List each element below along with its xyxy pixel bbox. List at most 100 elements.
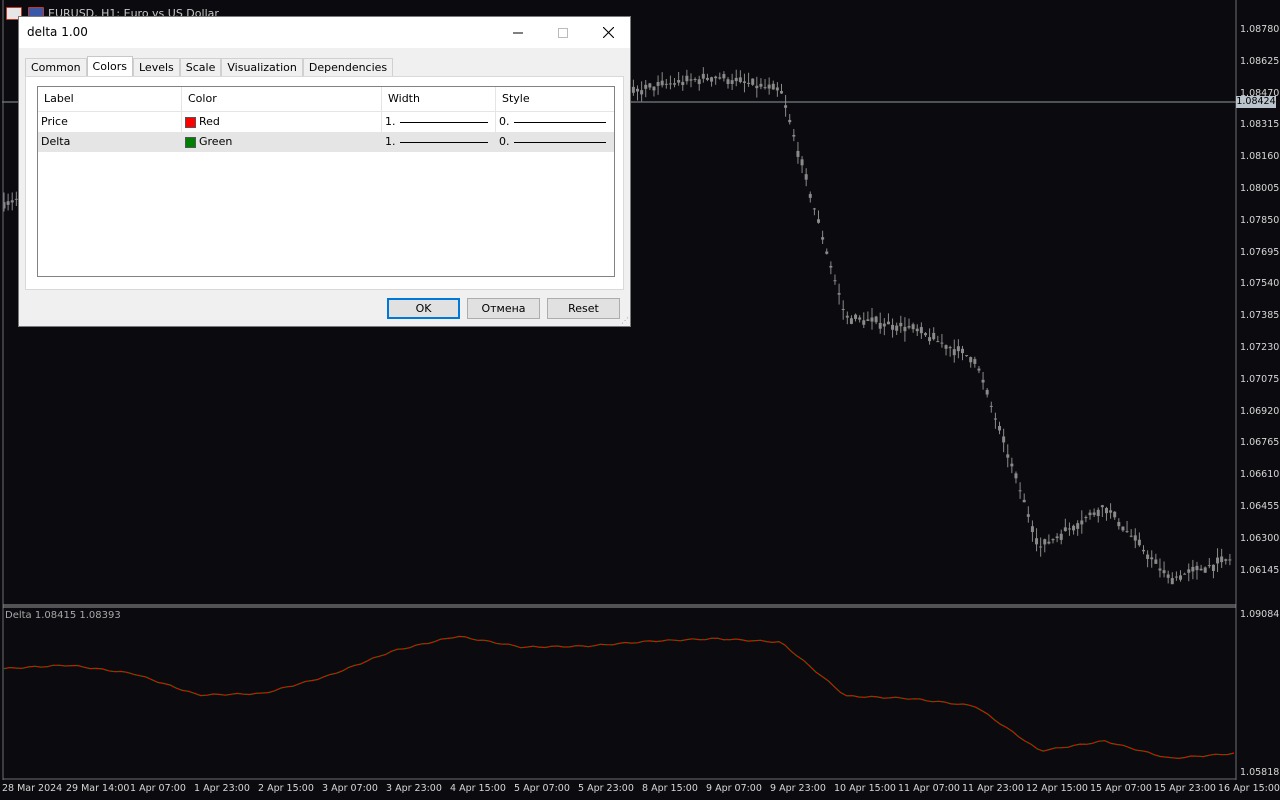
candle-body xyxy=(767,84,771,89)
candle-body xyxy=(693,79,697,81)
candle-body xyxy=(849,318,853,324)
candle-body xyxy=(1055,536,1059,539)
candle-body xyxy=(1088,512,1092,516)
price-axis-label: 1.07385 xyxy=(1240,310,1280,322)
column-header-label[interactable]: Label xyxy=(38,87,182,111)
candle-body xyxy=(878,322,882,329)
candle-body xyxy=(697,79,701,85)
candle-body xyxy=(1072,525,1076,531)
price-axis-label: 1.06765 xyxy=(1240,437,1280,449)
candle-body xyxy=(808,194,812,198)
tab-visualization[interactable]: Visualization xyxy=(221,58,303,76)
candle-body xyxy=(870,317,874,322)
candle-body xyxy=(788,119,792,123)
candle-body xyxy=(1067,528,1071,530)
candle-body xyxy=(1199,568,1203,571)
tab-common[interactable]: Common xyxy=(25,58,87,76)
candle-body xyxy=(952,349,956,356)
candle-body xyxy=(1059,533,1063,540)
candle-body xyxy=(1224,559,1228,561)
candle-body xyxy=(677,80,681,83)
candle-body xyxy=(1063,527,1067,532)
column-header-width[interactable]: Width xyxy=(382,87,496,111)
maximize-button[interactable] xyxy=(540,17,586,48)
colors-list[interactable]: Label Color Width Style Price Red 1. 0. xyxy=(37,86,615,277)
candle-body xyxy=(854,314,858,319)
candle-body xyxy=(1084,517,1088,519)
candle-body xyxy=(1129,535,1133,537)
candle-body xyxy=(1150,557,1154,560)
price-axis-label: 1.07230 xyxy=(1240,342,1280,353)
list-item-delta[interactable]: Delta Green 1. 0. xyxy=(38,132,614,152)
candle-body xyxy=(1010,463,1014,467)
current-price-badge: 1.08424 xyxy=(1236,96,1276,108)
candle-body xyxy=(993,418,997,420)
time-axis-label: 3 Apr 23:00 xyxy=(386,783,442,794)
indicator-axis-label: 1.05818 xyxy=(1240,767,1280,778)
candle-body xyxy=(886,321,890,325)
candle-body xyxy=(779,91,783,94)
close-button[interactable] xyxy=(585,17,631,48)
time-axis-label: 3 Apr 07:00 xyxy=(322,783,378,794)
candle-body xyxy=(1133,535,1137,541)
price-axis-label: 1.07540 xyxy=(1240,278,1280,290)
price-axis-label: 1.06300 xyxy=(1240,532,1280,544)
style-select[interactable]: 0. xyxy=(496,112,614,132)
color-select[interactable]: Green xyxy=(182,132,382,152)
tab-scale[interactable]: Scale xyxy=(179,58,222,76)
candle-body xyxy=(763,87,767,89)
candle-body xyxy=(1002,436,1006,443)
width-select[interactable]: 1. xyxy=(382,112,496,132)
price-axis-label: 1.08005 xyxy=(1240,183,1280,194)
column-header-color[interactable]: Color xyxy=(182,87,382,111)
width-select[interactable]: 1. xyxy=(382,132,496,152)
style-select[interactable]: 0. xyxy=(496,132,614,152)
dialog-title: delta 1.00 xyxy=(27,25,88,39)
time-axis-label: 28 Mar 2024 xyxy=(2,783,63,794)
candle-body xyxy=(714,76,718,79)
candle-body xyxy=(1174,576,1178,578)
ok-button[interactable]: OK xyxy=(387,298,460,319)
colors-tab-panel: Label Color Width Style Price Red 1. 0. xyxy=(25,76,624,290)
candle-body xyxy=(1039,546,1043,548)
candle-body xyxy=(907,326,911,328)
minimize-button[interactable] xyxy=(495,17,541,48)
indicator-title: Delta 1.08415 1.08393 xyxy=(5,610,121,621)
color-name: Green xyxy=(199,135,233,148)
width-value: 1. xyxy=(385,115,396,128)
dialog-titlebar[interactable]: delta 1.00 xyxy=(19,17,630,48)
candle-body xyxy=(718,77,722,79)
resize-grip-icon[interactable]: ⋰ xyxy=(621,316,629,325)
candle-body xyxy=(936,341,940,343)
list-item-price[interactable]: Price Red 1. 0. xyxy=(38,112,614,132)
candle-body xyxy=(1022,499,1026,503)
reset-button[interactable]: Reset xyxy=(547,298,620,319)
candle-body xyxy=(648,83,652,88)
candle-body xyxy=(1207,565,1211,567)
tab-colors[interactable]: Colors xyxy=(86,56,133,76)
candle-body xyxy=(1187,569,1191,573)
time-axis-label: 12 Apr 15:00 xyxy=(1026,783,1088,794)
candle-body xyxy=(689,79,693,81)
candle-body xyxy=(965,355,969,357)
tab-levels[interactable]: Levels xyxy=(133,58,180,76)
candle-body xyxy=(1092,512,1096,515)
price-axis-label: 1.06455 xyxy=(1240,501,1280,512)
width-preview-line xyxy=(399,121,488,123)
candle-body xyxy=(833,280,837,282)
tab-dependencies[interactable]: Dependencies xyxy=(302,58,394,76)
time-axis-label: 9 Apr 07:00 xyxy=(706,783,762,794)
column-header-style[interactable]: Style xyxy=(496,87,614,111)
width-preview-line xyxy=(399,141,488,143)
candle-body xyxy=(640,90,644,95)
cancel-button[interactable]: Отмена xyxy=(467,298,540,319)
close-icon xyxy=(602,27,614,38)
candle-body xyxy=(858,317,862,320)
list-header: Label Color Width Style xyxy=(38,87,614,112)
time-axis-label: 11 Apr 23:00 xyxy=(962,783,1024,794)
color-select[interactable]: Red xyxy=(182,112,382,132)
style-value: 0. xyxy=(499,135,510,148)
price-axis-label: 1.06610 xyxy=(1240,469,1280,481)
candle-body xyxy=(821,237,825,240)
candle-body xyxy=(1216,557,1220,564)
